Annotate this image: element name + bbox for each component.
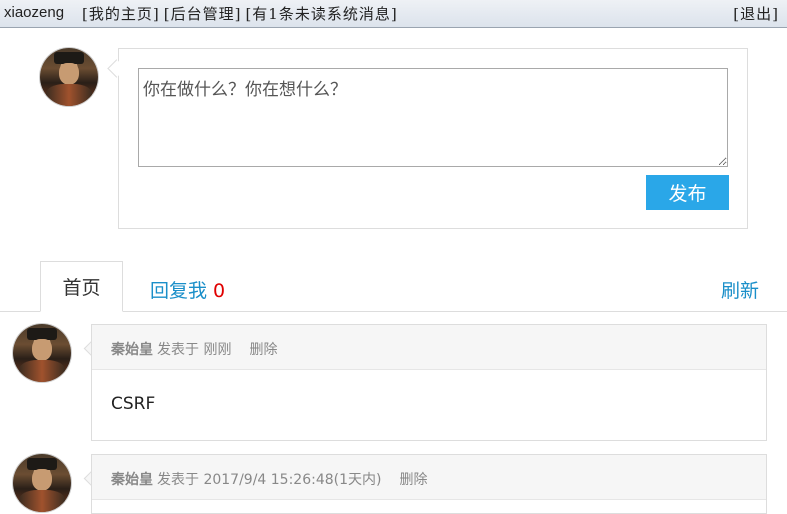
post-author[interactable]: 秦始皇 xyxy=(111,472,153,488)
post-time: 发表于 刚刚 xyxy=(157,342,232,358)
post-item: 秦始皇 发表于 2017/9/4 15:26:48(1天内) 删除 xyxy=(91,454,767,514)
tab-reply-label: 回复我 xyxy=(150,280,208,302)
delete-link[interactable]: 删除 xyxy=(400,472,428,488)
post-content: CSRF xyxy=(111,394,156,414)
tab-home[interactable]: 首页 xyxy=(40,261,123,312)
username: xiaozeng xyxy=(4,4,65,21)
post-item: 秦始皇 发表于 刚刚 删除 CSRF xyxy=(91,324,767,441)
top-bar: xiaozeng [我的主页] [后台管理] [有1条未读系统消息] [退出] xyxy=(0,0,787,28)
post-author[interactable]: 秦始皇 xyxy=(111,342,153,358)
top-links: [我的主页] [后台管理] [有1条未读系统消息] xyxy=(82,3,402,24)
publish-button[interactable]: 发布 xyxy=(646,175,729,210)
delete-link[interactable]: 删除 xyxy=(249,342,277,358)
logout-link[interactable]: [退出] xyxy=(733,3,779,24)
composer: 发布 xyxy=(118,48,748,229)
admin-link[interactable]: [后台管理] xyxy=(164,5,242,23)
post-meta: 秦始皇 发表于 刚刚 删除 xyxy=(92,325,766,370)
post-avatar xyxy=(13,454,71,512)
refresh-link[interactable]: 刷新 xyxy=(721,276,759,303)
tab-bar: 首页 回复我 0 刷新 xyxy=(0,260,787,312)
status-input[interactable] xyxy=(138,68,728,167)
avatar xyxy=(40,48,98,106)
post-avatar xyxy=(13,324,71,382)
tab-reply-me[interactable]: 回复我 0 xyxy=(150,276,225,303)
post-meta: 秦始皇 发表于 2017/9/4 15:26:48(1天内) 删除 xyxy=(92,455,766,500)
reply-count-badge: 0 xyxy=(213,280,226,302)
post-time: 发表于 2017/9/4 15:26:48(1天内) xyxy=(157,472,382,488)
my-homepage-link[interactable]: [我的主页] xyxy=(82,5,160,23)
system-messages-link[interactable]: [有1条未读系统消息] xyxy=(245,5,397,23)
